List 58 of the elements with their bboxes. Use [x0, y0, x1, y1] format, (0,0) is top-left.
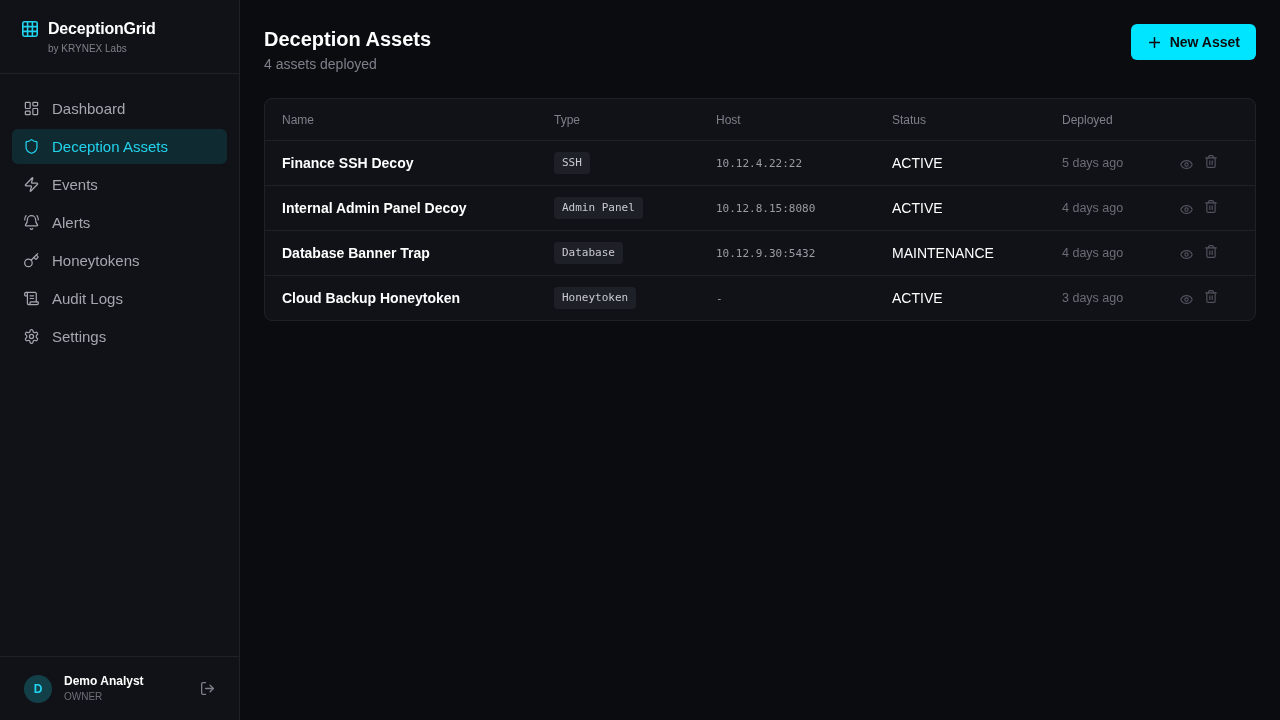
type-tag: Admin Panel: [554, 197, 643, 219]
trash-icon[interactable]: [1205, 244, 1217, 258]
shield-icon: [24, 139, 39, 154]
asset-name: Finance SSH Decoy: [282, 155, 414, 171]
logout-icon[interactable]: [201, 682, 214, 695]
host-address: 10.12.9.30:5432: [716, 246, 816, 260]
host-address: 10.12.8.15:8080: [716, 201, 816, 215]
type-tag: Honeytoken: [554, 287, 637, 309]
asset-name: Database Banner Trap: [282, 245, 430, 261]
deployed-time: 4 days ago: [1062, 246, 1124, 260]
deployed-time: 5 days ago: [1062, 156, 1124, 170]
eye-icon[interactable]: [1180, 294, 1193, 304]
scroll-icon: [24, 291, 39, 306]
user-avatar: D: [24, 674, 52, 703]
trash-icon[interactable]: [1205, 199, 1217, 213]
eye-icon[interactable]: [1180, 159, 1193, 169]
settings-icon: [24, 329, 39, 344]
brand-name: DeceptionGrid: [48, 20, 156, 38]
page-title: Deception Assets: [264, 27, 432, 52]
key-icon: [24, 253, 39, 268]
new-asset-button[interactable]: New Asset: [1130, 24, 1256, 60]
nav-item[interactable]: Events: [12, 167, 227, 202]
type-tag: Database: [554, 242, 623, 264]
nav-item[interactable]: Audit Logs: [12, 281, 227, 316]
deployed-time: 4 days ago: [1062, 201, 1124, 215]
status-text: ACTIVE: [892, 200, 943, 216]
status-text: MAINTENANCE: [892, 245, 994, 261]
column-header: Deployed: [1061, 112, 1114, 127]
asset-name: Internal Admin Panel Decoy: [282, 200, 467, 216]
column-header: Status: [891, 112, 928, 127]
nav-item[interactable]: Settings: [12, 319, 227, 354]
trash-icon[interactable]: [1205, 154, 1217, 168]
trash-icon[interactable]: [1205, 289, 1217, 303]
status-text: ACTIVE: [892, 155, 943, 171]
host-address: -: [716, 291, 723, 305]
eye-icon[interactable]: [1180, 249, 1193, 259]
eye-icon[interactable]: [1180, 204, 1193, 214]
column-header: Type: [553, 112, 581, 127]
dashboard-icon: [24, 101, 39, 116]
column-header: Host: [715, 112, 742, 127]
lightning-icon: [24, 177, 39, 192]
nav-item[interactable]: Honeytokens: [12, 243, 227, 278]
plus-icon: [1148, 36, 1160, 48]
nav-item[interactable]: Alerts: [12, 205, 227, 240]
type-tag: SSH: [554, 152, 590, 174]
column-header: Name: [281, 112, 315, 127]
bell-icon: [24, 215, 39, 230]
user-name: Demo Analyst: [64, 674, 145, 689]
deployed-time: 3 days ago: [1062, 291, 1124, 305]
nav-item[interactable]: Dashboard: [12, 91, 227, 126]
status-text: ACTIVE: [892, 290, 943, 306]
grid-logo-icon: [22, 21, 38, 37]
asset-name: Cloud Backup Honeytoken: [282, 290, 461, 306]
user-role: OWNER: [64, 691, 104, 703]
brand-byline: by KRYNEX Labs: [48, 43, 128, 55]
page-subtitle: 4 assets deployed: [264, 55, 378, 74]
nav-item[interactable]: Deception Assets: [12, 129, 227, 164]
host-address: 10.12.4.22:22: [716, 156, 803, 170]
